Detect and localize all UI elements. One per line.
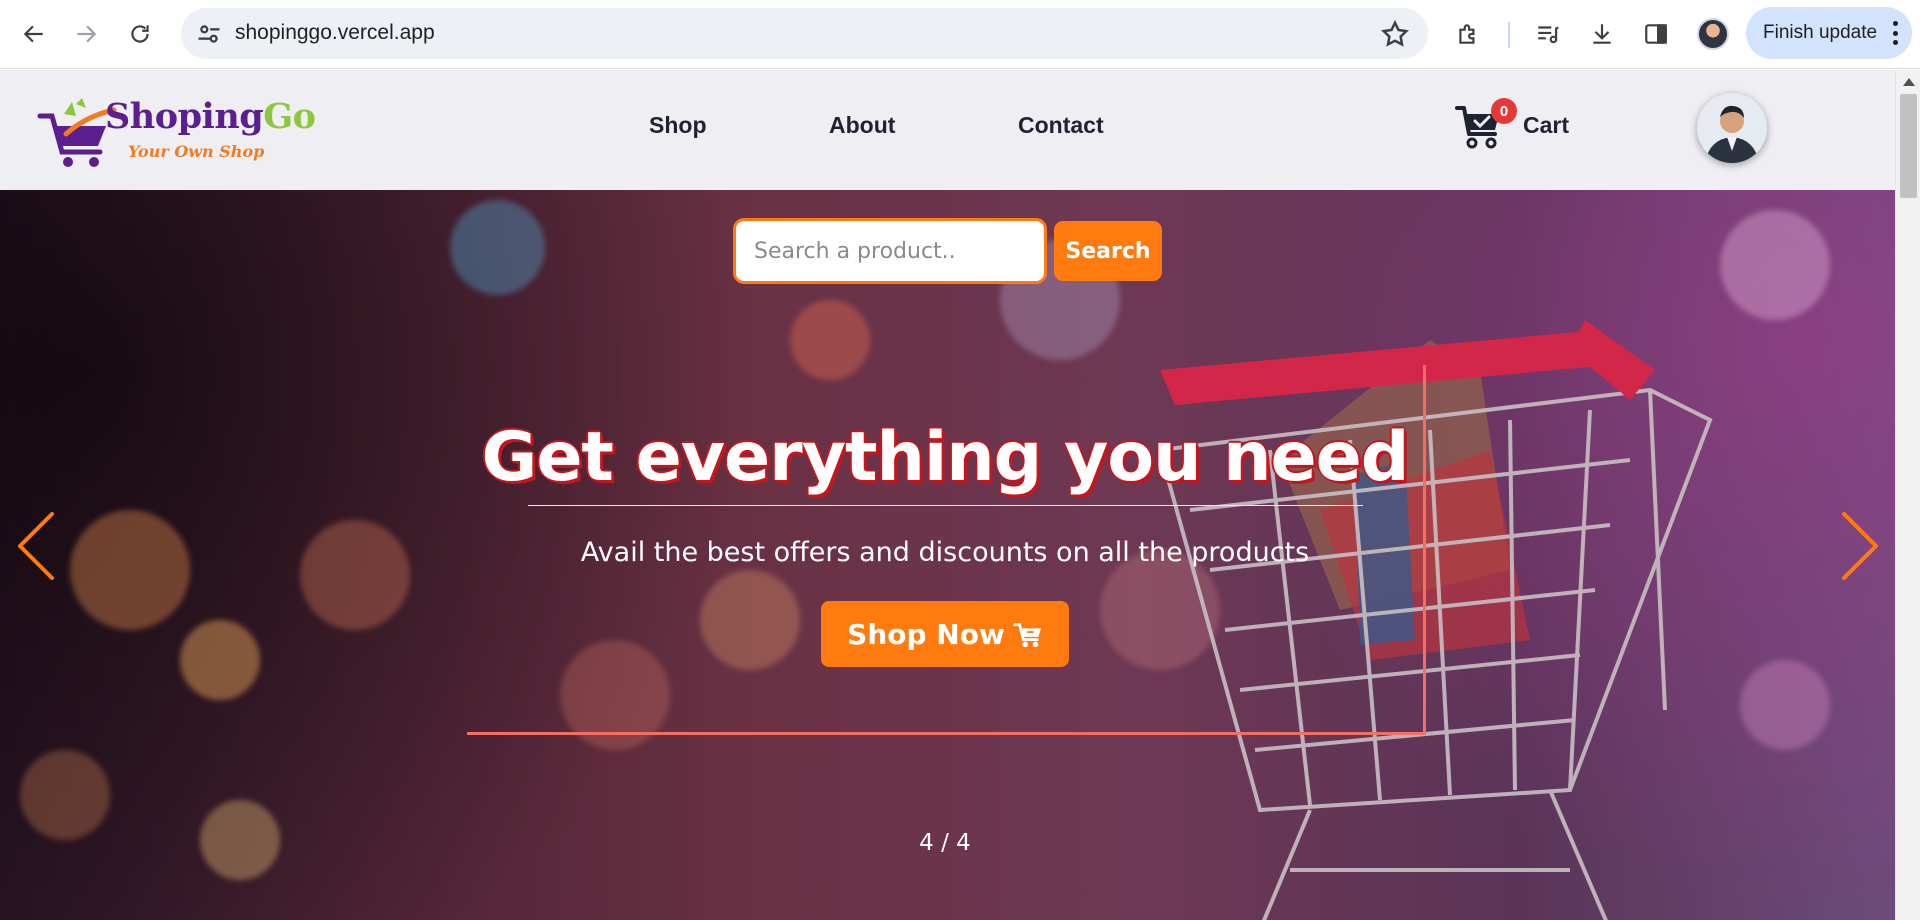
finish-update-button[interactable]: Finish update [1746, 7, 1912, 59]
bokeh-light [180, 620, 260, 700]
logo-name-part2: Go [263, 96, 316, 137]
search-input[interactable] [733, 218, 1047, 284]
shop-now-label: Shop Now [847, 617, 1005, 651]
site-logo[interactable]: ShopingGo Your Own Shop [36, 96, 316, 172]
page-viewport: ShopingGo Your Own Shop Shop About Conta… [0, 70, 1895, 920]
media-playlist-icon[interactable] [1528, 14, 1568, 54]
nav-link-shop[interactable]: Shop [649, 112, 707, 139]
scrollbar-thumb[interactable] [1900, 94, 1917, 198]
hero-frame-line-bottom [467, 732, 1426, 735]
logo-tagline: Your Own Shop [128, 142, 265, 161]
cart-count-badge: 0 [1491, 98, 1517, 124]
download-icon[interactable] [1582, 14, 1622, 54]
reload-icon[interactable] [120, 14, 160, 54]
shopping-cart-photo [1157, 320, 1713, 920]
extensions-icon[interactable] [1448, 14, 1488, 54]
bookmark-star-icon[interactable] [1380, 19, 1410, 49]
slider-prev-button[interactable] [14, 510, 58, 582]
chevron-left-icon [18, 512, 54, 580]
scroll-up-arrow-icon[interactable] [1903, 78, 1915, 86]
hero-title: Get everything you need [481, 418, 1410, 497]
browser-profile-avatar[interactable] [1697, 18, 1729, 50]
shop-now-button[interactable]: Shop Now [821, 601, 1069, 667]
bokeh-light [70, 510, 190, 630]
bokeh-light [450, 200, 545, 295]
url-text[interactable]: shopinggo.vercel.app [235, 21, 435, 45]
hero-cart-illustration [1010, 310, 1770, 920]
finish-update-label: Finish update [1763, 22, 1878, 43]
hero-slider: Search Get everything you need Avail the… [0, 190, 1895, 920]
bokeh-light [20, 750, 110, 840]
slider-next-button[interactable] [1838, 510, 1882, 582]
cart-label: Cart [1523, 112, 1570, 138]
nav-link-about[interactable]: About [829, 112, 895, 139]
side-panel-icon[interactable] [1636, 14, 1676, 54]
cart-icon [1013, 623, 1041, 648]
logo-name-part1: Shoping [105, 96, 264, 137]
browser-toolbar: shopinggo.vercel.app Finish update [0, 0, 1920, 69]
hero-subtitle: Avail the best offers and discounts on a… [580, 537, 1310, 568]
bokeh-light [790, 300, 870, 380]
toolbar-divider [1508, 22, 1510, 48]
cart-button[interactable]: 0 Cart [1455, 98, 1605, 158]
user-photo [1697, 93, 1767, 163]
logo-wordmark: ShopingGo [105, 96, 316, 137]
address-bar[interactable]: shopinggo.vercel.app [181, 8, 1428, 59]
bokeh-light [700, 570, 800, 670]
slide-counter: 4 / 4 [919, 830, 971, 856]
page-scrollbar[interactable] [1895, 70, 1920, 920]
site-header: ShopingGo Your Own Shop Shop About Conta… [0, 70, 1895, 190]
forward-icon[interactable] [66, 14, 106, 54]
search-button[interactable]: Search [1054, 221, 1162, 281]
nav-link-contact[interactable]: Contact [1018, 112, 1104, 139]
user-avatar[interactable] [1697, 93, 1767, 163]
back-icon[interactable] [14, 14, 54, 54]
chevron-right-icon [1842, 512, 1878, 580]
site-info-icon[interactable] [195, 20, 223, 48]
more-menu-icon[interactable] [1892, 21, 1898, 45]
product-search: Search [733, 218, 1162, 284]
bokeh-light [1720, 210, 1830, 320]
hero-title-underline [528, 505, 1363, 506]
